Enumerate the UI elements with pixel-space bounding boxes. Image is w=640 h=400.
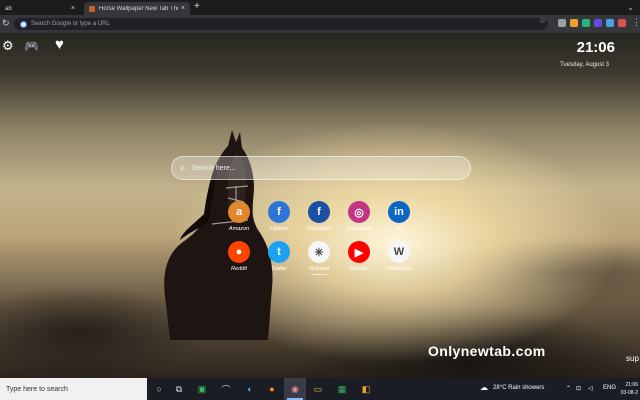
favicon-icon bbox=[89, 5, 95, 12]
task-view-icon[interactable]: ⧉ bbox=[173, 383, 185, 395]
search-placeholder: Search here... bbox=[191, 164, 236, 172]
close-tab-icon[interactable]: × bbox=[181, 5, 185, 12]
firefox-icon[interactable]: ● bbox=[266, 383, 278, 395]
network-icon[interactable]: ⊡ bbox=[576, 385, 581, 392]
taskbar-date: 03-08-2 bbox=[620, 390, 638, 396]
store-icon[interactable]: ▣ bbox=[196, 383, 208, 395]
extension-gray-icon[interactable] bbox=[558, 19, 566, 27]
clock: 21:06 bbox=[576, 39, 615, 56]
shortcut-tile[interactable]: ✳ Walmart bbox=[303, 241, 335, 275]
shortcut-label: Instagram bbox=[346, 226, 372, 232]
taskbar-time: 21:06 bbox=[625, 382, 638, 388]
chevron-down-icon[interactable]: ⌄ bbox=[627, 3, 634, 12]
extension-purple-icon[interactable] bbox=[594, 19, 602, 27]
shortcut-tile[interactable]: in in bbox=[383, 201, 415, 232]
shortcut-label: Twitter bbox=[270, 266, 288, 272]
chrome-taskbar-button[interactable]: ◉ bbox=[284, 378, 306, 400]
shortcut-label: Facebook bbox=[306, 226, 332, 232]
tab-1[interactable]: ab × bbox=[0, 2, 80, 15]
bookmark-star-icon[interactable]: ☆ bbox=[539, 16, 546, 25]
shortcut-tile[interactable]: ● Reddit bbox=[223, 241, 255, 272]
shortcut-icon: f bbox=[268, 201, 290, 223]
shortcut-label: Walmart bbox=[308, 266, 330, 272]
heart-icon[interactable]: ♥ bbox=[55, 36, 64, 53]
tab-2-active[interactable]: Horse Wallpaper New Tab Theme × bbox=[84, 2, 190, 15]
shortcut-label: in bbox=[396, 226, 402, 232]
gamepad-icon[interactable]: 🎮 bbox=[24, 39, 39, 53]
search-bar[interactable]: ⌕ Search here... bbox=[171, 156, 471, 180]
shortcut-icon: in bbox=[388, 201, 410, 223]
shortcut-label: Reddit bbox=[231, 266, 247, 272]
settings-icon[interactable]: ⚙ bbox=[2, 38, 14, 54]
tab-strip: ab × Horse Wallpaper New Tab Theme × + ⌄ bbox=[0, 0, 640, 15]
reload-icon[interactable]: ↻ bbox=[2, 18, 10, 29]
address-bar-placeholder: Search Google or type a URL bbox=[31, 21, 110, 27]
shortcut-icon: ▶ bbox=[348, 241, 370, 263]
shortcut-tile[interactable]: ◎ Instagram bbox=[343, 201, 375, 232]
shortcut-tile[interactable]: f Flipkart bbox=[263, 201, 295, 232]
taskbar-clock[interactable]: 21:06 03-08-2 bbox=[621, 381, 638, 397]
shortcut-icon: ✳ bbox=[308, 241, 330, 263]
language-indicator[interactable]: ENG bbox=[603, 385, 616, 391]
tab-title: Horse Wallpaper New Tab Theme bbox=[99, 5, 178, 12]
shortcut-label: Wikipedia bbox=[387, 266, 411, 272]
shortcut-tile[interactable]: W Wikipedia bbox=[383, 241, 415, 272]
shortcut-tile[interactable]: a Amazon bbox=[223, 201, 255, 232]
edge-icon[interactable]: ◐ bbox=[244, 383, 256, 395]
date-label: Tuesday, August 3 bbox=[559, 62, 609, 68]
shortcut-icon: f bbox=[308, 201, 330, 223]
address-bar[interactable]: Search Google or type a URL bbox=[14, 18, 548, 30]
spreadsheet-icon[interactable]: ▦ bbox=[336, 383, 348, 395]
shortcut-label: Amazon bbox=[228, 226, 250, 232]
extension-blue-icon[interactable] bbox=[606, 19, 614, 27]
shortcut-icon: ● bbox=[228, 241, 250, 263]
shortcut-tile[interactable]: f Facebook bbox=[303, 201, 335, 232]
shortcut-tile[interactable]: ▶ Youtube bbox=[343, 241, 375, 272]
new-tab-button[interactable]: + bbox=[194, 1, 200, 12]
sublime-icon[interactable]: ◧ bbox=[360, 383, 372, 395]
google-icon bbox=[20, 20, 27, 28]
brand-watermark: Onlynewtab.com bbox=[428, 343, 546, 359]
new-tab-page: ⚙ 🎮 ♥ 21:06 Tuesday, August 3 ⌕ Search h… bbox=[0, 33, 640, 378]
close-tab-icon[interactable]: × bbox=[71, 5, 75, 12]
shortcut-label: Youtube bbox=[348, 266, 370, 272]
menu-icon[interactable]: ⋮ bbox=[632, 17, 640, 28]
file-explorer-icon[interactable]: ▭ bbox=[312, 383, 324, 395]
shortcut-focus-underline bbox=[311, 274, 327, 275]
shortcut-tile[interactable]: t Twitter bbox=[263, 241, 295, 272]
shortcut-icon: t bbox=[268, 241, 290, 263]
taskbar-search-input[interactable]: Type here to search bbox=[0, 378, 147, 400]
extension-green-icon[interactable] bbox=[582, 19, 590, 27]
cortana-icon[interactable]: ○ bbox=[153, 383, 165, 395]
shortcut-label: Flipkart bbox=[269, 226, 289, 232]
weather-text[interactable]: 28°C Rain showers bbox=[493, 385, 544, 391]
tab-title: ab bbox=[5, 5, 12, 12]
extension-orange-icon[interactable] bbox=[570, 19, 578, 27]
volume-icon[interactable]: ◁ bbox=[588, 385, 593, 392]
tray-chevron-icon[interactable]: ⌃ bbox=[566, 385, 571, 392]
app-icon[interactable]: ⌒ bbox=[220, 383, 232, 395]
side-text: sup bbox=[626, 354, 639, 363]
search-icon: ⌕ bbox=[180, 162, 186, 174]
chrome-icon: ◉ bbox=[291, 383, 299, 394]
extension-red-icon[interactable] bbox=[618, 19, 626, 27]
windows-taskbar: Type here to search ○ ⧉ ▣ ⌒ ◐ ● ◉ ▭ ▦ ◧ … bbox=[0, 378, 640, 400]
weather-icon[interactable]: ☁ bbox=[480, 383, 488, 392]
shortcut-icon: ◎ bbox=[348, 201, 370, 223]
taskbar-search-placeholder: Type here to search bbox=[6, 385, 68, 393]
shortcut-icon: W bbox=[388, 241, 410, 263]
shortcut-icon: a bbox=[228, 201, 250, 223]
